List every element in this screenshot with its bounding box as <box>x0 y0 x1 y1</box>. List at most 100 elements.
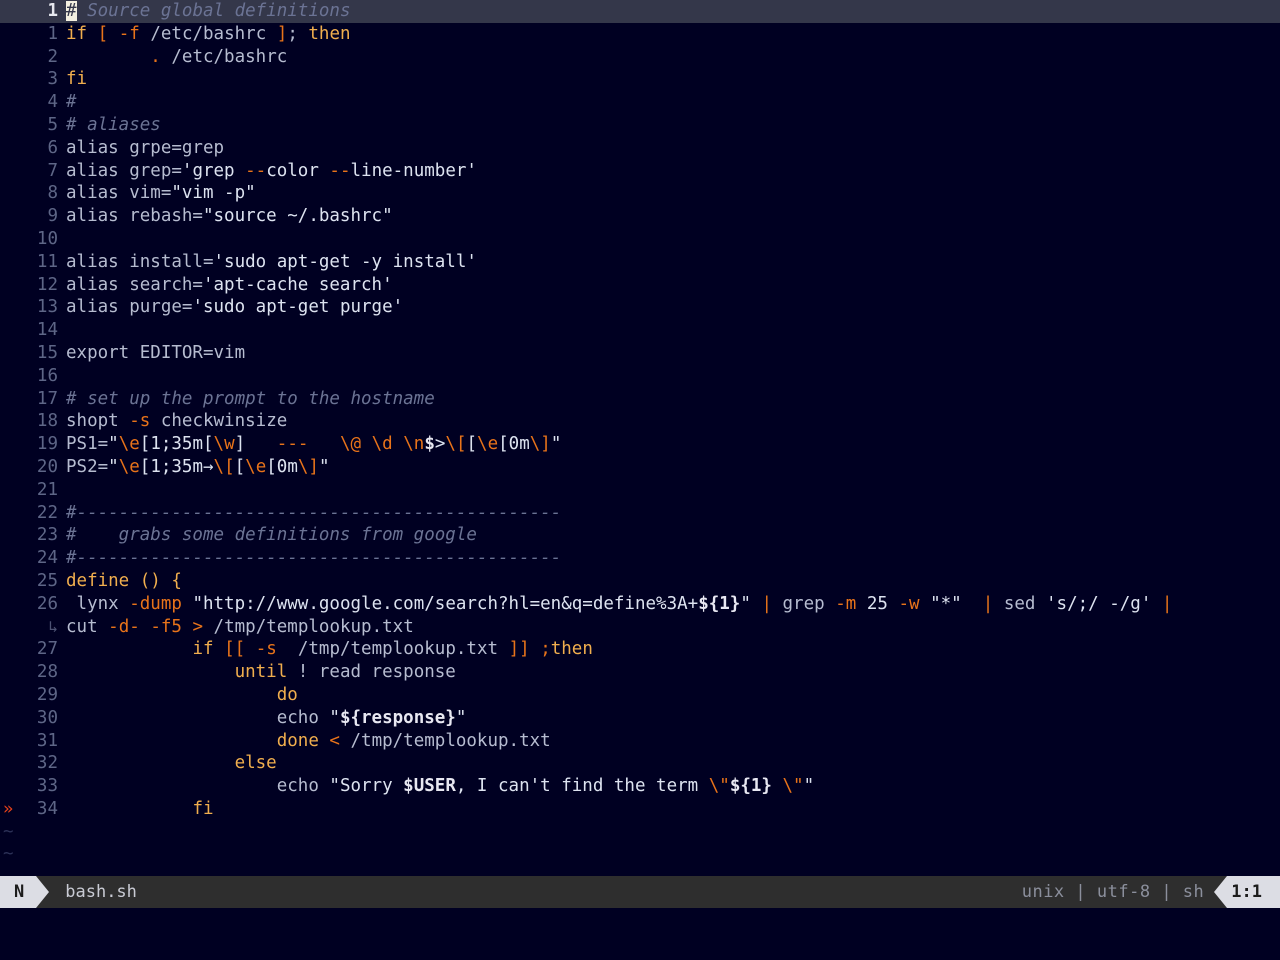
code-token: { <box>171 570 182 591</box>
line-number: 2 <box>47 46 58 67</box>
code-line[interactable]: 33 echo "Sorry $USER, I can't find the t… <box>0 775 1280 798</box>
code-line[interactable]: 11 alias install='sudo apt-get -y install… <box>0 251 1280 274</box>
code-line[interactable]: ↳ cut -d- -f5 > /tmp/templookup.txt <box>0 616 1280 639</box>
code-text: echo "Sorry $USER, I can't find the term… <box>58 775 814 798</box>
code-line[interactable]: 21 <box>0 479 1280 502</box>
code-token: if <box>192 639 214 660</box>
code-token: # grabs some definitions from google <box>66 525 477 546</box>
code-line[interactable]: 23 # grabs some definitions from google <box>0 524 1280 547</box>
code-line[interactable]: 26 lynx -dump "http://www.google.com/sea… <box>0 593 1280 616</box>
code-token: -f <box>118 23 140 44</box>
code-line[interactable]: 3 fi <box>0 68 1280 91</box>
line-number: 25 <box>36 570 58 591</box>
code-line[interactable]: » 34 fi <box>0 798 1280 821</box>
code-line[interactable]: 2 . /etc/bashrc <box>0 46 1280 69</box>
code-token: < <box>329 730 340 751</box>
cursor-position[interactable]: 1:1 <box>1227 876 1280 908</box>
code-line[interactable]: 13 alias purge='sudo apt-get purge' <box>0 296 1280 319</box>
empty-buffer-tildes: ~ ~ <box>0 821 1280 867</box>
code-token: alias purge= <box>66 297 193 318</box>
code-line[interactable]: 16 <box>0 365 1280 388</box>
code-line[interactable]: 7 alias grep='grep --color --line-number' <box>0 160 1280 183</box>
tilde-placeholder: ~ <box>3 821 14 842</box>
line-number: 27 <box>36 639 58 660</box>
line-number: 14 <box>36 320 58 341</box>
code-text: export EDITOR=vim <box>58 342 245 365</box>
code-line[interactable]: 29 do <box>0 684 1280 707</box>
code-token: -w <box>898 593 920 614</box>
code-line[interactable]: 1 # Source global definitions <box>0 0 1280 23</box>
line-number: 18 <box>36 411 58 432</box>
code-line[interactable]: 28 until ! read response <box>0 661 1280 684</box>
code-text: alias install='sudo apt-get -y install' <box>58 251 477 274</box>
code-token: else <box>234 753 277 774</box>
code-token: | <box>982 593 994 614</box>
code-line[interactable]: 8 alias vim="vim -p" <box>0 182 1280 205</box>
status-right-group: unix | utf-8 | sh 1:1 <box>1022 876 1280 908</box>
code-token: alias grep= <box>66 160 182 181</box>
code-token: Source global definitions <box>76 1 351 21</box>
code-line[interactable]: 17 # set up the prompt to the hostname <box>0 388 1280 411</box>
code-line[interactable]: 19 PS1="\e[1;35m[\w] --- \@ \d \n$>\[[\e[… <box>0 433 1280 456</box>
status-separator-2: | <box>1150 882 1183 902</box>
code-line[interactable]: 1 if [ -f /etc/bashrc ]; then <box>0 23 1280 46</box>
code-line[interactable]: 6 alias grpe=grep <box>0 137 1280 160</box>
code-token: > <box>192 616 204 637</box>
code-line[interactable]: 30 echo "${response}" <box>0 707 1280 730</box>
code-text: cut -d- -f5 > /tmp/templookup.txt <box>58 616 414 639</box>
code-line[interactable]: 27 if [[ -s /tmp/templookup.txt ]] ;then <box>0 638 1280 661</box>
code-line[interactable]: 32 else <box>0 752 1280 775</box>
code-token: grep <box>771 593 836 614</box>
line-number: 1 <box>47 23 58 44</box>
code-line[interactable]: 9 alias rebash="source ~/.bashrc" <box>0 205 1280 228</box>
code-text: #---------------------------------------… <box>58 547 561 570</box>
code-token: " <box>455 707 467 728</box>
text-cursor: # <box>66 1 77 21</box>
code-line[interactable]: 20 PS2="\e[1;35m→\[[\e[0m\]" <box>0 456 1280 479</box>
code-line[interactable]: 10 <box>0 228 1280 251</box>
code-area[interactable]: 1 # Source global definitions 1 if [ -f /et… <box>0 0 1280 872</box>
code-token: /tmp/templookup.txt <box>203 616 414 637</box>
code-lines[interactable]: 1 # Source global definitions 1 if [ -f /et… <box>0 0 1280 821</box>
code-token: " <box>318 456 330 477</box>
code-line[interactable]: 15 export EDITOR=vim <box>0 342 1280 365</box>
mode-indicator[interactable]: N <box>0 876 37 908</box>
code-token: then <box>550 639 593 660</box>
code-token: # <box>66 92 77 113</box>
code-token: [ <box>97 23 109 44</box>
code-token: \e <box>118 434 140 455</box>
code-token: # set up the prompt to the hostname <box>66 388 435 409</box>
code-line[interactable]: 4 # <box>0 91 1280 114</box>
code-token: do <box>276 684 298 705</box>
code-token: [ <box>234 456 246 477</box>
code-token: echo <box>276 776 330 797</box>
code-token: /etc/bashrc <box>160 46 288 67</box>
code-token: line-number' <box>350 160 477 181</box>
code-line[interactable]: 22 #-------------------------------------… <box>0 502 1280 525</box>
tilde-placeholder: ~ <box>3 844 14 865</box>
code-token: " <box>108 456 119 477</box>
code-line[interactable]: 31 done < /tmp/templookup.txt <box>0 730 1280 753</box>
diagnostic-sign-icon: » <box>3 798 14 819</box>
status-filename[interactable]: bash.sh <box>49 882 137 902</box>
code-line[interactable]: 5 # aliases <box>0 114 1280 137</box>
code-line[interactable]: 18 shopt -s checkwinsize <box>0 410 1280 433</box>
code-line[interactable]: 24 #-------------------------------------… <box>0 547 1280 570</box>
code-line[interactable]: 14 <box>0 319 1280 342</box>
code-token: 25 <box>866 593 888 614</box>
code-line[interactable]: 25 define () { <box>0 570 1280 593</box>
code-token: alias rebash= <box>66 206 203 227</box>
code-token: | <box>761 593 772 614</box>
code-line[interactable]: 12 alias search='apt-cache search' <box>0 274 1280 297</box>
code-token: -f5 <box>150 616 182 637</box>
status-fileformat: unix <box>1021 882 1065 902</box>
position-powerline-arrow-icon <box>1214 876 1228 908</box>
line-number: 15 <box>36 342 58 363</box>
